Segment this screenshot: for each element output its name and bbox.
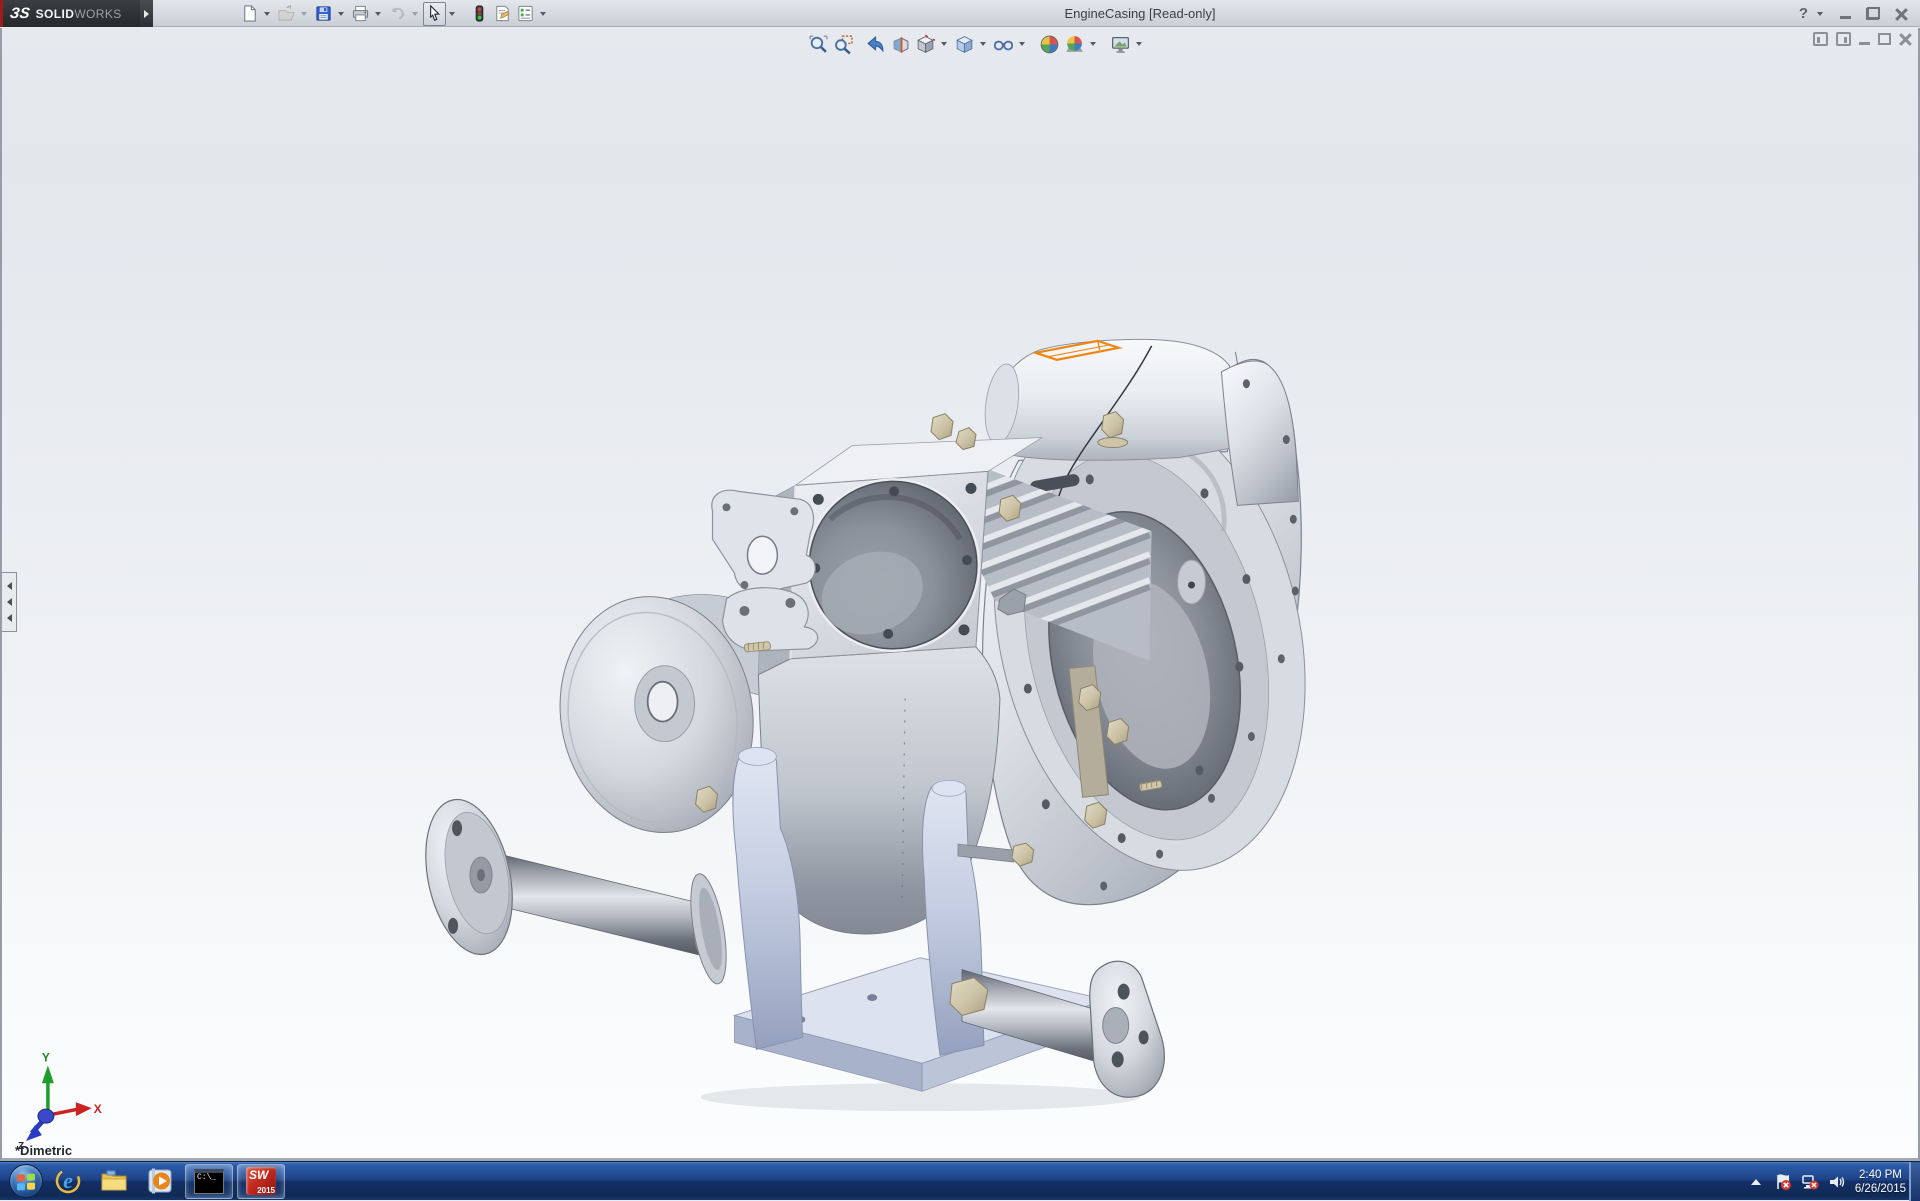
show-desktop-button[interactable] — [1909, 1162, 1920, 1201]
triad-y-label: Y — [42, 1050, 50, 1064]
clock-time: 2:40 PM — [1855, 1168, 1906, 1182]
feature-manager-collapsed-tab[interactable] — [2, 572, 17, 632]
restore-button[interactable] — [1862, 5, 1884, 23]
command-prompt-icon: C:\_ — [194, 1169, 224, 1194]
gasket-plates[interactable] — [712, 490, 818, 652]
clock-date: 6/26/2015 — [1855, 1182, 1906, 1196]
headsup-view-toolbar — [806, 31, 1147, 57]
triad-x-label: X — [94, 1102, 102, 1116]
doc-restore-button[interactable] — [1878, 33, 1891, 45]
zoom-to-fit-icon — [808, 34, 829, 55]
solidworks-2015-icon: SW 2015 — [246, 1167, 276, 1195]
start-button[interactable] — [6, 1163, 45, 1200]
menu-expand-arrow[interactable] — [140, 0, 153, 27]
document-window-controls — [1813, 32, 1912, 46]
pane-right-icon — [1844, 37, 1847, 43]
arrow-left-icon — [7, 582, 12, 590]
save-dropdown[interactable] — [338, 12, 344, 16]
graphics-viewport[interactable]: Y X Z — [0, 28, 1920, 1161]
network-status-icon[interactable] — [1801, 1173, 1819, 1191]
hide-show-items-button[interactable] — [991, 33, 1016, 56]
system-tray: 2:40 PM 6/26/2015 — [1747, 1162, 1906, 1201]
taskbar-solidworks-2015[interactable]: SW 2015 — [237, 1164, 285, 1199]
hide-show-items-icon — [993, 34, 1014, 55]
minimize-icon — [1840, 16, 1851, 19]
solidworks-mark-icon: ЗS — [9, 5, 31, 22]
title-bar: ЗS SOLIDWORKS EngineCa — [0, 0, 1920, 27]
apply-scene-button[interactable] — [1062, 33, 1087, 56]
windows-orb-icon — [9, 1164, 43, 1198]
solidworks-logo: ЗS SOLIDWORKS — [0, 0, 140, 27]
window-controls: ? — [1799, 0, 1912, 27]
collapse-right-pane-button[interactable] — [1836, 32, 1851, 46]
engine-casing-model[interactable]: Y X Z — [2, 28, 1918, 1158]
taskbar-internet-explorer[interactable]: e — [45, 1163, 91, 1200]
display-style-button[interactable] — [952, 33, 977, 56]
show-hidden-icons-button[interactable] — [1747, 1173, 1765, 1191]
solidworks-wordmark: SOLIDWORKS — [36, 7, 122, 21]
arrow-up-icon — [1751, 1179, 1761, 1185]
taskbar-media-player[interactable] — [137, 1163, 183, 1200]
save-icon — [314, 4, 333, 23]
doc-minimize-button[interactable] — [1859, 42, 1870, 45]
hide-show-items-dropdown[interactable] — [1019, 42, 1025, 46]
taskbar-clock[interactable]: 2:40 PM 6/26/2015 — [1855, 1168, 1906, 1196]
minimize-button[interactable] — [1834, 5, 1856, 23]
display-style-icon — [954, 34, 975, 55]
display-style-dropdown[interactable] — [980, 42, 986, 46]
view-orientation-icon — [915, 34, 936, 55]
close-icon — [1895, 8, 1907, 20]
internet-explorer-icon: e — [53, 1166, 83, 1196]
open-dropdown[interactable] — [301, 12, 307, 16]
arrow-right-icon — [144, 10, 149, 18]
apply-scene-icon — [1064, 34, 1085, 55]
view-settings-icon — [1110, 34, 1131, 55]
windows-taskbar: e C:\_ SW 2015 — [0, 1161, 1920, 1200]
taskbar-command-prompt[interactable]: C:\_ — [185, 1164, 233, 1199]
folder-icon — [99, 1166, 129, 1196]
view-orientation-name: *Dimetric — [15, 1143, 72, 1158]
action-center-icon[interactable] — [1774, 1173, 1792, 1191]
previous-view-button[interactable] — [863, 33, 888, 56]
section-view-icon — [890, 34, 911, 55]
edit-appearance-icon — [1039, 34, 1060, 55]
reference-triad: Y X Z — [18, 1050, 102, 1152]
edit-appearance-button[interactable] — [1037, 33, 1062, 56]
zoom-to-area-icon — [833, 34, 854, 55]
open-button[interactable] — [275, 2, 298, 26]
svg-text:e: e — [63, 1168, 73, 1193]
arrow-left-icon — [7, 598, 12, 606]
close-button[interactable] — [1890, 5, 1912, 23]
apply-scene-dropdown[interactable] — [1090, 42, 1096, 46]
save-button[interactable] — [312, 2, 335, 26]
view-orientation-button[interactable] — [913, 33, 938, 56]
taskbar-windows-explorer[interactable] — [91, 1163, 137, 1200]
new-dropdown[interactable] — [264, 12, 270, 16]
open-icon — [277, 4, 296, 23]
view-settings-dropdown[interactable] — [1136, 42, 1142, 46]
media-player-icon — [145, 1166, 175, 1196]
restore-icon — [1867, 8, 1879, 19]
new-document-icon — [240, 4, 259, 23]
doc-close-button[interactable] — [1899, 33, 1912, 45]
section-view-button[interactable] — [888, 33, 913, 56]
zoom-to-area-button[interactable] — [831, 33, 856, 56]
volume-icon[interactable] — [1828, 1173, 1846, 1191]
collapse-left-pane-button[interactable] — [1813, 32, 1828, 46]
pane-left-icon — [1817, 37, 1820, 43]
help-button[interactable]: ? — [1799, 5, 1808, 22]
view-orientation-dropdown[interactable] — [941, 42, 947, 46]
brand-red-stripe — [0, 0, 3, 27]
zoom-to-fit-button[interactable] — [806, 33, 831, 56]
window-title: EngineCasing [Read-only] — [360, 0, 1920, 27]
previous-view-icon — [865, 34, 886, 55]
help-dropdown[interactable] — [1817, 12, 1823, 16]
arrow-left-icon — [7, 614, 12, 622]
new-document-button[interactable] — [238, 2, 261, 26]
view-settings-button[interactable] — [1108, 33, 1133, 56]
